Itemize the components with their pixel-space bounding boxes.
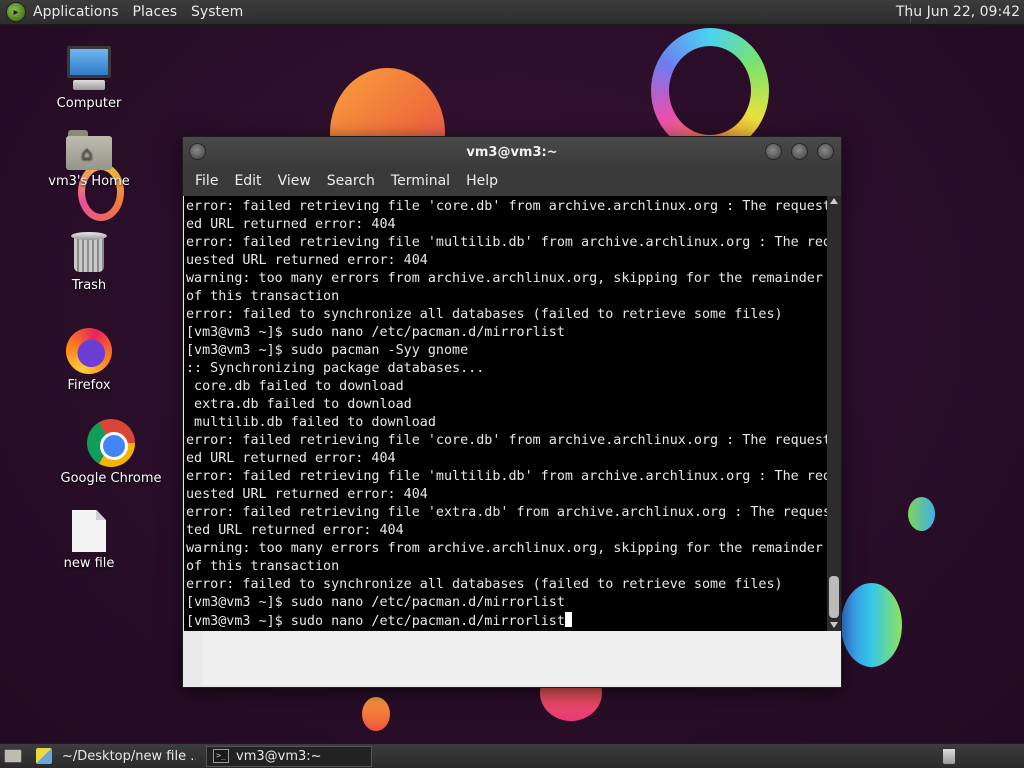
terminal-line: warning: too many errors from archive.ar… xyxy=(186,271,823,286)
terminal-line: :: Synchronizing package databases... xyxy=(186,361,485,376)
text-editor-launcher-icon[interactable] xyxy=(36,748,52,764)
desktop-icon-home[interactable]: ⌂ vm3's Home xyxy=(29,130,149,189)
chrome-icon xyxy=(87,419,135,467)
terminal-line: uested URL returned error: 404 xyxy=(186,487,428,502)
terminal-prompt-line[interactable]: [vm3@vm3 ~]$ sudo nano /etc/pacman.d/mir… xyxy=(186,612,827,630)
places-menu[interactable]: Places xyxy=(126,0,185,25)
taskbar-item-terminal[interactable]: >_ vm3@vm3:~ xyxy=(206,745,372,767)
terminal-line: error: failed retrieving file 'multilib.… xyxy=(186,469,827,484)
file-icon xyxy=(72,510,106,552)
top-panel: ▸ Applications Places System Thu Jun 22,… xyxy=(0,0,1024,25)
terminal-line: error: failed retrieving file 'extra.db'… xyxy=(186,505,827,520)
terminal-line: [vm3@vm3 ~]$ sudo nano /etc/pacman.d/mir… xyxy=(186,325,565,340)
desktop-icon-new-file[interactable]: new file xyxy=(29,510,149,571)
desktop-icon-label: Firefox xyxy=(67,378,111,393)
terminal-icon: >_ xyxy=(213,749,229,763)
desktop-icon-trash[interactable]: Trash xyxy=(29,230,149,293)
terminal-line: multilib.db failed to download xyxy=(186,415,436,430)
firefox-icon xyxy=(66,328,112,374)
terminal-line: ted URL returned error: 404 xyxy=(186,523,404,538)
window-background-area xyxy=(203,631,841,685)
window-menu-button[interactable] xyxy=(189,143,206,160)
minimize-button[interactable] xyxy=(765,143,782,160)
menu-file[interactable]: File xyxy=(187,167,226,196)
window-titlebar[interactable]: vm3@vm3:~ xyxy=(183,137,841,167)
terminal-line: error: failed to synchronize all databas… xyxy=(186,307,783,322)
terminal-prompt-text: [vm3@vm3 ~]$ sudo nano /etc/pacman.d/mir… xyxy=(186,614,565,629)
desktop-icon-computer[interactable]: Computer xyxy=(29,46,149,111)
wallpaper-rainbow-ring xyxy=(651,28,769,153)
panel-trash-icon[interactable] xyxy=(942,748,956,765)
terminal-line: ed URL returned error: 404 xyxy=(186,217,396,232)
menu-help[interactable]: Help xyxy=(458,167,506,196)
scrollbar-thumb[interactable] xyxy=(829,576,839,618)
wallpaper-blue-shape xyxy=(841,583,902,667)
applications-menu[interactable]: Applications xyxy=(26,0,126,25)
terminal-line: of this transaction xyxy=(186,289,340,304)
wallpaper-orange-dot xyxy=(362,697,390,731)
desktop-icon-label: new file xyxy=(63,556,115,571)
scroll-down-arrow-icon[interactable] xyxy=(830,622,838,628)
terminal-output[interactable]: error: failed retrieving file 'core.db' … xyxy=(184,196,827,631)
maximize-button[interactable] xyxy=(791,143,808,160)
taskbar-item-editor[interactable]: ~/Desktop/new file ... xyxy=(56,746,202,767)
terminal-line: extra.db failed to download xyxy=(186,397,412,412)
desktop-icon-label: vm3's Home xyxy=(48,174,130,189)
terminal-line: of this transaction xyxy=(186,559,340,574)
window-title: vm3@vm3:~ xyxy=(466,144,558,160)
taskbar-item-label: vm3@vm3:~ xyxy=(236,748,322,764)
desktop-icon-label: Google Chrome xyxy=(60,471,162,486)
terminal-line: error: failed retrieving file 'core.db' … xyxy=(186,199,827,214)
taskbar-item-label: ~/Desktop/new file ... xyxy=(62,748,196,764)
terminal-scrollbar[interactable] xyxy=(827,196,841,631)
scroll-up-arrow-icon[interactable] xyxy=(830,198,838,204)
home-folder-icon: ⌂ xyxy=(66,130,112,170)
terminal-line: [vm3@vm3 ~]$ sudo pacman -Syy gnome xyxy=(186,343,469,358)
desktop-icon-label: Trash xyxy=(71,278,107,293)
terminal-line: error: failed retrieving file 'core.db' … xyxy=(186,433,827,448)
menu-search[interactable]: Search xyxy=(319,167,383,196)
terminal-line: warning: too many errors from archive.ar… xyxy=(186,541,823,556)
clock[interactable]: Thu Jun 22, 09:42 xyxy=(896,0,1020,25)
close-button[interactable] xyxy=(817,143,834,160)
trash-icon xyxy=(70,230,108,274)
desktop-icon-firefox[interactable]: Firefox xyxy=(29,328,149,393)
menu-terminal[interactable]: Terminal xyxy=(383,167,458,196)
terminal-window[interactable]: vm3@vm3:~ File Edit View Search Terminal… xyxy=(182,136,842,688)
desktop-icon-label: Computer xyxy=(56,96,122,111)
menu-edit[interactable]: Edit xyxy=(226,167,269,196)
wallpaper-green-shape xyxy=(908,497,935,531)
mate-logo-icon[interactable]: ▸ xyxy=(6,2,26,22)
system-menu[interactable]: System xyxy=(184,0,250,25)
desktop-icon-chrome[interactable]: Google Chrome xyxy=(51,419,171,486)
terminal-menubar: File Edit View Search Terminal Help xyxy=(183,167,841,196)
computer-icon xyxy=(65,46,113,92)
terminal-cursor xyxy=(564,612,572,627)
menu-view[interactable]: View xyxy=(270,167,319,196)
show-desktop-icon[interactable] xyxy=(4,749,22,763)
terminal-line: error: failed retrieving file 'multilib.… xyxy=(186,235,827,250)
terminal-line: ed URL returned error: 404 xyxy=(186,451,396,466)
terminal-line: core.db failed to download xyxy=(186,379,404,394)
terminal-line: error: failed to synchronize all databas… xyxy=(186,577,783,592)
terminal-line: [vm3@vm3 ~]$ sudo nano /etc/pacman.d/mir… xyxy=(186,595,565,610)
terminal-line: uested URL returned error: 404 xyxy=(186,253,428,268)
bottom-panel: ~/Desktop/new file ... >_ vm3@vm3:~ xyxy=(0,743,1024,768)
